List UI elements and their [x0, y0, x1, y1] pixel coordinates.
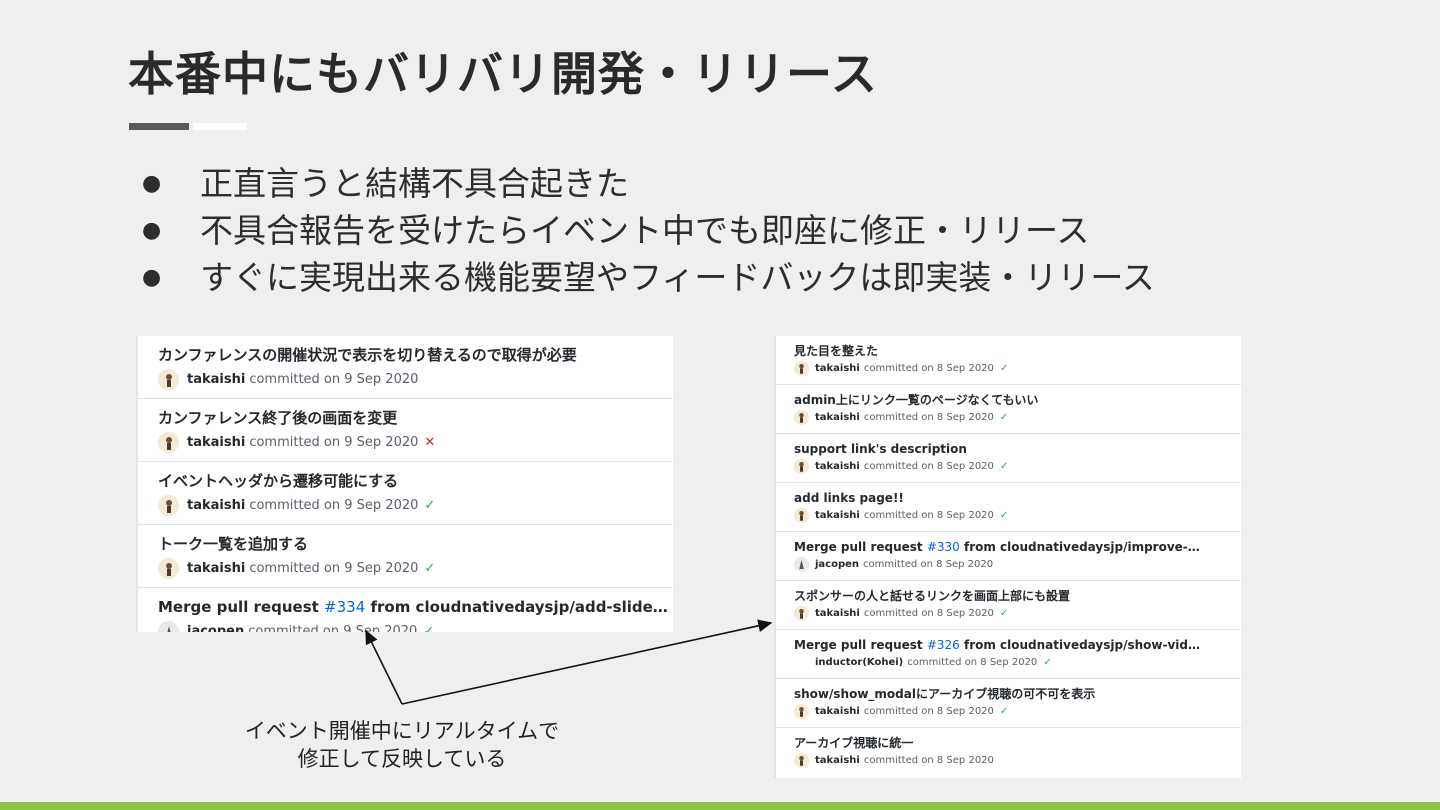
arrow-to-left-panel	[365, 629, 403, 705]
bottom-accent-bar	[0, 802, 1440, 810]
callout-caption: イベント開催中にリアルタイムで 修正して反映している	[200, 717, 604, 773]
arrow-to-right-panel	[401, 619, 773, 705]
caption-line: イベント開催中にリアルタイムで	[244, 719, 560, 743]
caption-line: 修正して反映している	[297, 747, 507, 771]
callout-arrows	[365, 619, 773, 705]
